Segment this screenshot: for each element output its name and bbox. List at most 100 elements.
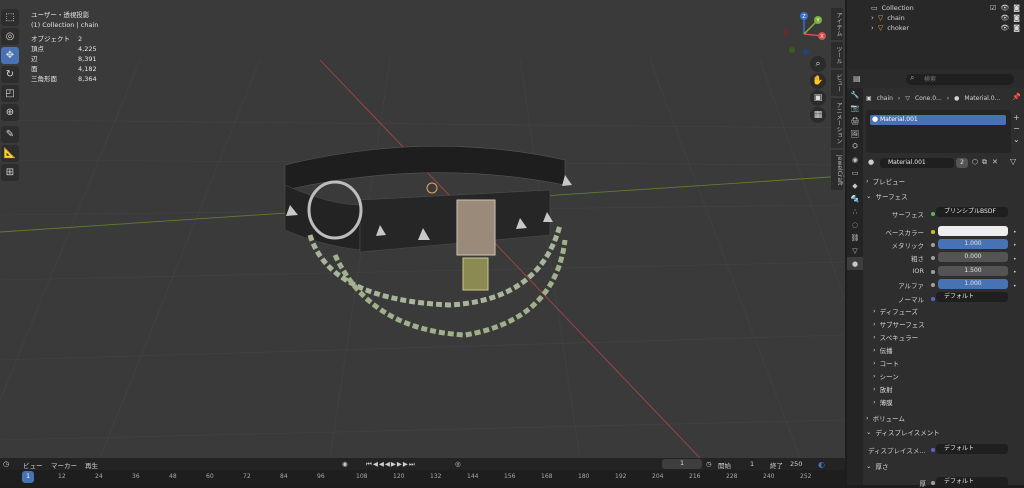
subsection-emission[interactable]: › 放射 [873, 383, 893, 395]
subsection-sheen[interactable]: › シーン [873, 370, 899, 382]
metallic-slider[interactable]: 1.000 [938, 239, 1008, 249]
ior-field[interactable]: 1.500 [938, 266, 1008, 276]
chevron-right-icon[interactable]: › [871, 24, 874, 32]
camera-icon[interactable]: ◙ [1013, 4, 1020, 12]
collection-tab-icon[interactable]: ▭ [847, 166, 863, 179]
base-color-swatch[interactable] [938, 226, 1008, 236]
keyframe-icon[interactable]: • [1013, 253, 1017, 266]
modifier-tab-icon[interactable]: 🔩 [847, 192, 863, 205]
output-tab-icon[interactable]: 🖨 [847, 114, 863, 127]
eye-icon[interactable]: 👁 [1000, 24, 1009, 32]
start-frame-value[interactable]: 1 [750, 460, 754, 468]
world-tab-icon[interactable]: ◉ [847, 153, 863, 166]
tab-jewelcraft[interactable]: JewelCraft [831, 150, 843, 190]
tab-animation[interactable]: アニメーション [831, 98, 843, 148]
record-icon[interactable]: ◉ [342, 460, 348, 468]
add-cube-tool[interactable]: ⊞ [1, 164, 19, 181]
keyframe-icon[interactable]: • [1013, 226, 1017, 239]
eye-icon[interactable]: 👁 [1000, 4, 1009, 12]
constraints-tab-icon[interactable]: ⛓ [847, 231, 863, 244]
camera-icon[interactable]: ◙ [1013, 14, 1020, 22]
keyframe-icon[interactable]: • [1013, 266, 1017, 279]
scene-tab-icon[interactable]: ⛭ [847, 140, 863, 153]
camera-icon[interactable]: ◙ [1013, 24, 1020, 32]
properties-search-input[interactable]: 検索 [906, 74, 1014, 85]
filter-icon[interactable]: ▽ [1010, 157, 1016, 166]
normal-field[interactable]: デフォルト [936, 292, 1008, 302]
subsection-coat[interactable]: › コート [873, 357, 899, 369]
outliner-item-chain[interactable]: › ▽ chain 👁 ◙ [847, 13, 1024, 23]
particles-tab-icon[interactable]: ∴ [847, 205, 863, 218]
menu-playback[interactable]: 再生 [85, 460, 98, 470]
camera-view-icon[interactable]: ▣ [810, 90, 826, 106]
unlink-icon[interactable]: ✕ [992, 158, 998, 166]
render-tab-icon[interactable]: 📷 [847, 101, 863, 114]
object-tab-icon[interactable]: ◆ [847, 179, 863, 192]
section-surface[interactable]: ⌄ サーフェス [866, 190, 908, 202]
playback-controls[interactable]: ⏮◀◀◀▶▶▶⏭ [366, 460, 416, 469]
3d-viewport[interactable]: ⬚ ◎ ✥ ↻ ◰ ⊕ ✎ 📐 ⊞ ユーザー・透視投影 (1) Collecti… [0, 0, 845, 458]
surface-shader-field[interactable]: プリンシプルBSDF [936, 207, 1008, 217]
annotate-tool[interactable]: ✎ [1, 126, 19, 143]
pan-hand-icon[interactable]: ✋ [810, 73, 826, 89]
section-thickness[interactable]: ⌄ 厚さ [866, 460, 888, 472]
keyframe-icon[interactable]: • [1013, 280, 1017, 293]
menu-marker[interactable]: マーカー [51, 460, 77, 470]
cursor-tool[interactable]: ◎ [1, 28, 19, 45]
collection-row[interactable]: ▭ Collection ☑ 👁 ◙ [847, 3, 1024, 13]
displacement-field[interactable]: デフォルト [936, 444, 1008, 454]
subsection-subsurface[interactable]: › サブサーフェス [873, 318, 925, 330]
eye-icon[interactable]: 👁 [1000, 14, 1009, 22]
material-users-count[interactable]: 2 [956, 158, 968, 168]
section-volume[interactable]: › ボリューム [866, 412, 905, 424]
measure-tool[interactable]: 📐 [1, 145, 19, 162]
scale-tool[interactable]: ◰ [1, 85, 19, 102]
current-frame-field[interactable]: 1 [662, 459, 702, 469]
end-frame-value[interactable]: 250 [790, 460, 802, 468]
outliner-item-choker[interactable]: › ▽ choker 👁 ◙ [847, 23, 1024, 33]
subsection-specular[interactable]: › スペキュラー [873, 331, 918, 343]
tab-tool[interactable]: ツール [831, 42, 843, 68]
chevron-right-icon[interactable]: › [871, 14, 874, 22]
duplicate-icon[interactable]: ⧉ [982, 158, 987, 167]
material-browse-icon[interactable]: ● [868, 158, 874, 166]
material-slot[interactable]: Material.001 [870, 115, 1006, 125]
tab-view[interactable]: ビュー [831, 70, 843, 96]
thickness-field[interactable]: デフォルト [936, 477, 1008, 487]
menu-view[interactable]: ビュー [23, 460, 43, 470]
clock-icon[interactable]: ◷ [3, 460, 9, 468]
overlay-toggle-icon[interactable]: ◐ [818, 460, 825, 469]
chevron-down-icon[interactable]: ⌄ [1013, 134, 1020, 145]
select-box-tool[interactable]: ⬚ [1, 9, 19, 26]
keyframe-icon[interactable]: • [1013, 239, 1017, 252]
playhead[interactable]: 1 [22, 471, 34, 483]
tab-item[interactable]: アイテム [831, 8, 843, 40]
remove-slot-button[interactable]: − [1013, 123, 1020, 134]
material-tab-icon[interactable]: ● [847, 257, 863, 270]
section-preview[interactable]: › プレビュー [866, 175, 905, 187]
frame-ruler[interactable]: 1 12 24 36 48 60 72 84 96 108 120 132 14… [0, 470, 845, 485]
material-slot-list[interactable]: Material.001 ● [866, 110, 1011, 153]
tool-tab-icon[interactable]: 🔧 [847, 88, 863, 101]
move-tool[interactable]: ✥ [1, 47, 19, 64]
editor-type-icon[interactable]: ▤ [853, 74, 861, 83]
subsection-diffuse[interactable]: › ディフューズ [873, 305, 918, 317]
alpha-slider[interactable]: 1.000 [938, 279, 1008, 289]
data-tab-icon[interactable]: ▽ [847, 244, 863, 257]
subsection-thin-film[interactable]: › 薄膜 [873, 396, 893, 408]
physics-tab-icon[interactable]: ◌ [847, 218, 863, 231]
roughness-slider[interactable]: 0.000 [938, 252, 1008, 262]
fake-user-icon[interactable]: ⬡ [972, 158, 978, 166]
section-displacement[interactable]: ⌄ ディスプレイスメント [866, 426, 940, 438]
pin-icon[interactable]: 📌 [1012, 93, 1021, 101]
zoom-icon[interactable]: ⌕ [810, 56, 826, 72]
subsection-transmission[interactable]: › 伝播 [873, 344, 893, 356]
view-layer-tab-icon[interactable]: 🖼 [847, 127, 863, 140]
navigation-gizmo[interactable]: Z X Y [778, 8, 830, 60]
checkbox-icon[interactable]: ☑ [990, 4, 996, 12]
rotate-tool[interactable]: ↻ [1, 66, 19, 83]
material-name-field[interactable]: Material.001 [880, 158, 954, 168]
grid-view-icon[interactable]: ▦ [810, 107, 826, 123]
transform-tool[interactable]: ⊕ [1, 104, 19, 121]
add-slot-button[interactable]: + [1013, 112, 1020, 123]
